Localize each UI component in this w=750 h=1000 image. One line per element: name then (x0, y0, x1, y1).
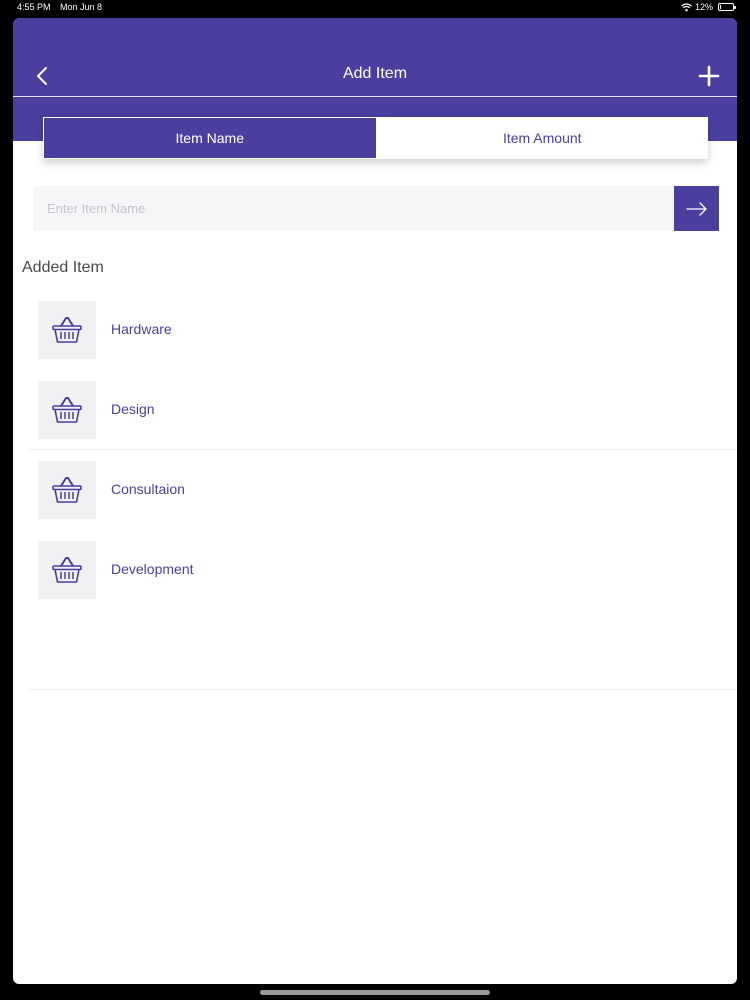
basket-icon (52, 397, 82, 423)
item-label: Hardware (111, 321, 172, 337)
item-label: Development (111, 561, 194, 577)
tab-item-amount-label: Item Amount (502, 130, 582, 146)
list-item[interactable]: Hardware (13, 300, 737, 380)
item-segmented-control: Item Name Item Amount (43, 117, 708, 159)
list-divider (28, 689, 737, 690)
tab-item-name[interactable]: Item Name (43, 117, 377, 159)
added-item-heading: Added Item (22, 259, 104, 276)
item-label: Design (111, 401, 155, 417)
basket-icon (52, 317, 82, 343)
list-divider (28, 449, 737, 450)
wifi-icon (681, 2, 692, 11)
tab-item-name-label: Item Name (175, 130, 244, 146)
home-indicator (260, 990, 490, 995)
page-title: Add Item (342, 65, 408, 82)
battery-percent: 12% (694, 2, 713, 12)
item-name-input[interactable] (33, 186, 674, 231)
header-divider (13, 96, 737, 97)
battery-icon (718, 3, 736, 11)
item-thumbnail (38, 301, 96, 359)
add-item-sheet: Add Item Item Name Item Amount Added Ite… (13, 18, 737, 984)
tab-item-amount[interactable]: Item Amount (376, 117, 708, 159)
item-thumbnail (38, 541, 96, 599)
item-label: Consultaion (111, 481, 185, 497)
status-time: 4:55 PM (17, 2, 51, 12)
list-item[interactable]: Development (13, 540, 737, 620)
submit-arrow-button[interactable] (674, 186, 719, 231)
add-icon[interactable] (698, 65, 720, 87)
status-right: 12% (681, 2, 736, 12)
item-thumbnail (38, 461, 96, 519)
status-bar: 4:55 PM Mon Jun 8 12% (0, 0, 750, 16)
arrow-right-icon (685, 201, 707, 216)
battery-fill (720, 5, 721, 9)
status-date: Mon Jun 8 (60, 2, 103, 12)
added-items-list: Hardware Design Consultaion Development (13, 300, 737, 690)
list-item[interactable]: Consultaion (13, 460, 737, 540)
basket-icon (52, 557, 82, 583)
basket-icon (52, 477, 82, 503)
item-entry (33, 186, 719, 231)
list-item[interactable]: Design (13, 380, 737, 460)
item-thumbnail (38, 381, 96, 439)
